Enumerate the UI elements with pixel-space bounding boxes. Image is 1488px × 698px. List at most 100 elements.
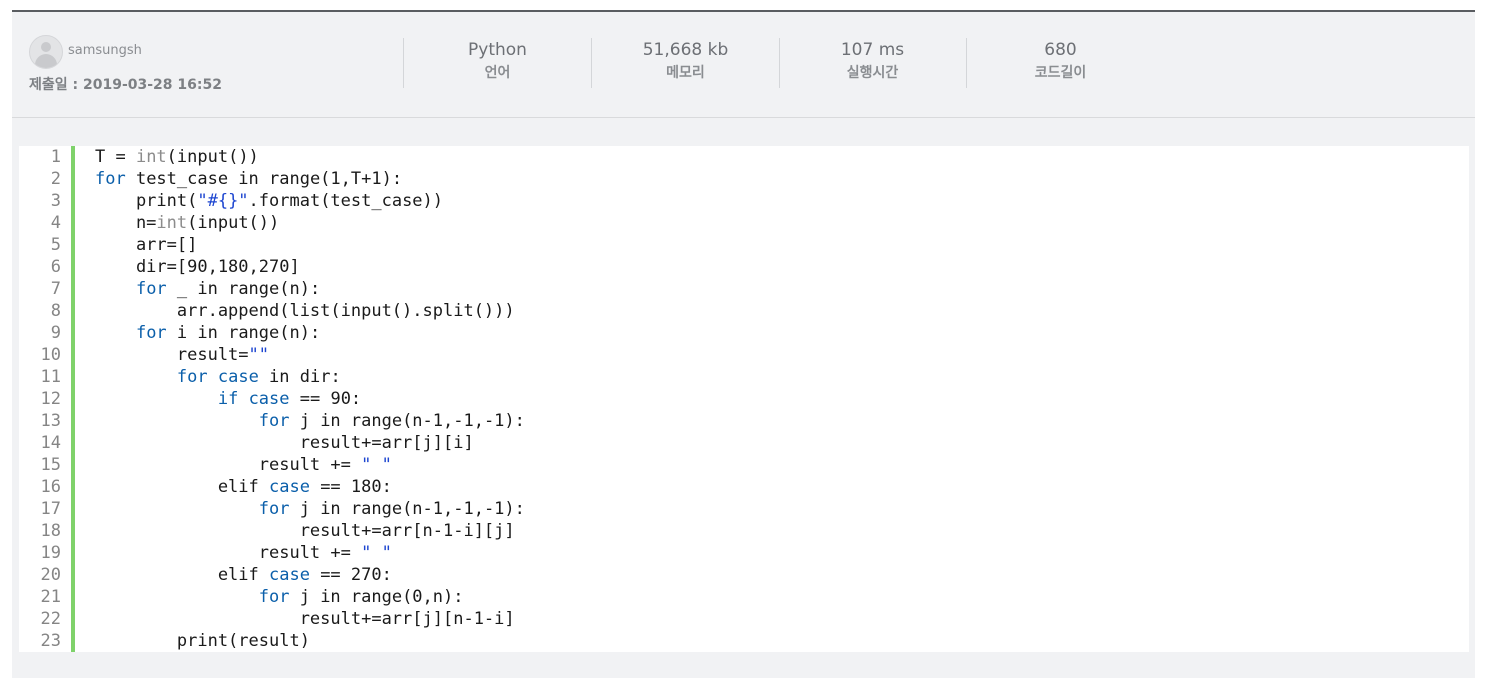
line-number: 9 [50, 323, 61, 343]
code-token: result= [95, 345, 249, 365]
code-token: "" [248, 345, 270, 365]
submitted-date: 제출일 : 2019-03-28 16:52 [29, 77, 222, 93]
line-number: 4 [50, 213, 61, 233]
code-token: print( [95, 191, 198, 211]
line-number: 21 [40, 587, 61, 607]
code-token: case [269, 565, 310, 585]
line-number: 1 [50, 147, 61, 167]
code-token: for [258, 587, 290, 607]
code-token: " " [361, 543, 392, 563]
stat-runtime: 107 ms 실행시간 [779, 38, 966, 88]
stat-label: 코드길이 [1034, 65, 1087, 81]
stat-label: 메모리 [666, 65, 705, 81]
code-text: result += " " [95, 542, 392, 564]
code-token: .format(test_case)) [248, 191, 444, 211]
code-token: j in range(0,n): [289, 587, 464, 607]
code-token: for [135, 279, 167, 299]
line-number: 16 [40, 477, 61, 497]
username[interactable]: samsungsh [68, 43, 142, 58]
code-token: result += [95, 543, 362, 563]
line-number: 19 [40, 543, 61, 563]
stat-label: 언어 [484, 65, 511, 81]
line-number: 13 [40, 411, 61, 431]
code-token: == 270: [309, 565, 392, 585]
line-number: 14 [40, 433, 61, 453]
code-token: _ in range(n): [166, 279, 321, 299]
code-text: print("#{}".format(test_case)) [95, 190, 443, 212]
stat-value: 107 ms [840, 40, 905, 60]
line-number: 15 [40, 455, 61, 475]
code-token: case [248, 389, 290, 409]
code-text: dir=[90,180,270] [95, 256, 300, 278]
code-token: elif [95, 477, 269, 497]
code-token: print(result) [95, 631, 310, 651]
code-token: arr=[] [95, 235, 198, 255]
code-token: for [258, 411, 290, 431]
code-token: n= [95, 213, 157, 233]
code-token: result+=arr[n-1-i][j] [95, 521, 515, 541]
code-token: arr.append(list(input().split())) [95, 301, 515, 321]
code-text: for _ in range(n): [95, 278, 320, 300]
code-text: for j in range(n-1,-1,-1): [95, 498, 525, 520]
line-number: 10 [40, 345, 61, 365]
code-text: elif case == 270: [95, 564, 392, 586]
stat-code-length: 680 코드길이 [967, 38, 1154, 88]
code-text: arr.append(list(input().split())) [95, 300, 515, 322]
code-text: result+=arr[n-1-i][j] [95, 520, 515, 542]
code-token: for [95, 169, 126, 189]
code-token: for [258, 499, 290, 519]
submission-panel: samsungsh 제출일 : 2019-03-28 16:52 Python … [12, 10, 1475, 678]
code-token: test_case in range(1,T+1): [125, 169, 403, 189]
code-token: result+=arr[j][n-1-i] [95, 609, 515, 629]
code-viewer[interactable]: 1 T = int(input()) 2 for test_case in range… [19, 146, 1469, 652]
line-number: 3 [50, 191, 61, 211]
line-number: 12 [40, 389, 61, 409]
code-token: " " [361, 455, 392, 475]
code-token: i in range(n): [166, 323, 321, 343]
header-divider [12, 117, 1475, 118]
code-text: result="" [95, 344, 269, 366]
line-number: 17 [40, 499, 61, 519]
stat-value: 680 [1044, 40, 1077, 60]
line-number: 8 [50, 301, 61, 321]
code-token: in dir: [258, 367, 341, 387]
code-text: result += " " [95, 454, 392, 476]
code-token: result += [95, 455, 362, 475]
code-token: for [135, 323, 167, 343]
code-token: elif [95, 565, 269, 585]
line-number: 5 [50, 235, 61, 255]
code-text: n=int(input()) [95, 212, 279, 234]
code-text: for j in range(0,n): [95, 586, 464, 608]
code-token: j in range(n-1,-1,-1): [289, 411, 525, 431]
code-token: case [269, 477, 310, 497]
avatar-icon[interactable] [29, 35, 63, 69]
code-text: for case in dir: [95, 366, 341, 388]
code-token: == 180: [309, 477, 392, 497]
line-number: 11 [40, 367, 61, 387]
code-token: "#{}" [197, 191, 249, 211]
code-text: result+=arr[j][n-1-i] [95, 608, 515, 630]
line-number: 22 [40, 609, 61, 629]
line-number: 2 [50, 169, 61, 189]
code-token: dir=[90,180,270] [95, 257, 300, 277]
code-token: == 90: [289, 389, 362, 409]
code-token: result+=arr[j][i] [95, 433, 474, 453]
code-text: T = int(input()) [95, 146, 259, 168]
code-token: case [217, 367, 259, 387]
code-text: if case == 90: [95, 388, 361, 410]
stat-label: 실행시간 [846, 65, 899, 81]
code-token: if [217, 389, 239, 409]
line-number: 20 [40, 565, 61, 585]
code-token: j in range(n-1,-1,-1): [289, 499, 525, 519]
line-number: 7 [50, 279, 61, 299]
code-text: print(result) [95, 630, 310, 652]
line-number: 23 [40, 631, 61, 651]
